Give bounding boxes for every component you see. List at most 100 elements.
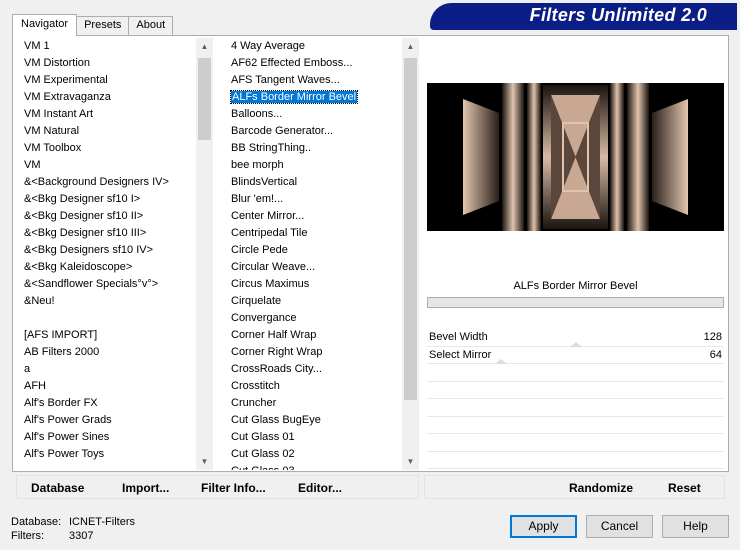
category-item[interactable]: Alf's Power Sines [14, 429, 210, 446]
category-item[interactable]: &Neu! [14, 293, 210, 310]
reset-button[interactable]: Reset [668, 481, 701, 495]
editor-button[interactable]: Editor... [298, 481, 342, 495]
filter-item[interactable]: Blur 'em!... [219, 191, 402, 208]
category-item[interactable]: VM Distortion [14, 55, 210, 72]
category-scroll-thumb[interactable] [198, 58, 211, 140]
filter-item[interactable]: 4 Way Average [219, 38, 402, 55]
filter-item[interactable]: CrossRoads City... [219, 361, 402, 378]
filter-item[interactable]: BB StringThing.. [219, 140, 402, 157]
param-action-bar: Randomize Reset [424, 475, 725, 499]
filter-scroll-thumb[interactable] [404, 58, 417, 400]
category-item[interactable]: Alf's Power Grads [14, 412, 210, 429]
filter-item-label: Barcode Generator... [231, 125, 334, 137]
filter-item-label: Cruncher [231, 397, 277, 409]
filter-item-label: 4 Way Average [231, 40, 305, 52]
filter-item[interactable]: Center Mirror... [219, 208, 402, 225]
filter-item[interactable]: Cut Glass 03 [219, 463, 402, 470]
scroll-up-icon[interactable]: ▲ [196, 38, 213, 55]
param-row-empty [427, 417, 724, 434]
category-item[interactable]: a [14, 361, 210, 378]
param-row-select-mirror[interactable]: Select Mirror 64 [427, 347, 724, 364]
scroll-up-icon[interactable]: ▲ [402, 38, 419, 55]
category-item[interactable]: &<Background Designers IV> [14, 174, 210, 191]
filter-item-label: ALFs Border Mirror Bevel [229, 90, 359, 104]
category-item[interactable]: Alf's Border FX [14, 395, 210, 412]
filter-info-bar [427, 297, 724, 308]
category-item[interactable]: &<Bkg Kaleidoscope> [14, 259, 210, 276]
tab-navigator[interactable]: Navigator [12, 14, 78, 36]
category-item[interactable]: AB Filters 2000 [14, 344, 210, 361]
category-item[interactable]: VM Extravaganza [14, 89, 210, 106]
category-item[interactable]: VM Natural [14, 123, 210, 140]
filter-item[interactable]: Cut Glass BugEye [219, 412, 402, 429]
category-item[interactable]: &<Bkg Designer sf10 II> [14, 208, 210, 225]
import-button[interactable]: Import... [122, 481, 169, 495]
filter-item[interactable]: Corner Half Wrap [219, 327, 402, 344]
filter-item-label: AF62 Effected Emboss... [231, 57, 353, 69]
category-list[interactable]: VM 1 VM Distortion VM Experimental VM Extra… [14, 38, 210, 470]
banner-title: Filters Unlimited 2.0 [529, 5, 707, 25]
category-item[interactable]: VM [14, 157, 210, 174]
filter-item[interactable]: AF62 Effected Emboss... [219, 55, 402, 72]
filter-item[interactable]: Centripedal Tile [219, 225, 402, 242]
category-item[interactable]: &<Bkg Designer sf10 III> [14, 225, 210, 242]
filter-item-label: Circus Maximus [231, 278, 310, 290]
category-item[interactable]: VM Experimental [14, 72, 210, 89]
apply-button[interactable]: Apply [510, 515, 577, 538]
scroll-down-icon[interactable]: ▼ [402, 453, 419, 470]
scroll-down-icon[interactable]: ▼ [196, 453, 213, 470]
filter-scrollbar[interactable]: ▲ ▼ [402, 38, 419, 470]
filter-item[interactable]: Circus Maximus [219, 276, 402, 293]
selected-filter-name: ALFs Border Mirror Bevel [513, 280, 638, 292]
category-item[interactable]: Alf's Power Toys [14, 446, 210, 463]
category-item[interactable]: &<Bkg Designers sf10 IV> [14, 242, 210, 259]
category-item[interactable]: AFH [14, 378, 210, 395]
filter-item-label: Cut Glass 02 [231, 448, 295, 460]
filter-item[interactable]: ALFs Border Mirror Bevel [219, 89, 402, 106]
filter-item[interactable]: Circular Weave... [219, 259, 402, 276]
filter-item-label: Center Mirror... [231, 210, 305, 222]
filter-item-label: Convergance [231, 312, 297, 324]
filter-item[interactable]: Cut Glass 01 [219, 429, 402, 446]
cancel-button[interactable]: Cancel [586, 515, 653, 538]
database-label: Database: [11, 516, 62, 528]
category-item[interactable]: VM 1 [14, 38, 210, 55]
filter-item[interactable]: Crosstitch [219, 378, 402, 395]
param-row-bevel-width[interactable]: Bevel Width 128 [427, 329, 724, 347]
category-item [14, 310, 210, 327]
filter-item[interactable]: Corner Right Wrap [219, 344, 402, 361]
filter-item[interactable]: Cruncher [219, 395, 402, 412]
parameter-list: Bevel Width 128 Select Mirror 64 [427, 329, 724, 469]
filters-count-label: Filters: [11, 530, 44, 542]
category-item[interactable]: [AFS IMPORT] [14, 327, 210, 344]
filter-item-label: Cirquelate [231, 295, 282, 307]
filter-item[interactable]: AFS Tangent Waves... [219, 72, 402, 89]
database-button[interactable]: Database [31, 481, 84, 495]
filter-item[interactable]: Balloons... [219, 106, 402, 123]
title-banner: Filters Unlimited 2.0 [430, 3, 737, 28]
filter-item[interactable]: Cut Glass 02 [219, 446, 402, 463]
filter-item-label: Crosstitch [231, 380, 280, 392]
filter-info-button[interactable]: Filter Info... [201, 481, 266, 495]
status-info: Database: ICNET-Filters Filters: 3307 [11, 515, 135, 543]
param-name: Select Mirror [429, 348, 492, 361]
filter-item[interactable]: bee morph [219, 157, 402, 174]
filter-item[interactable]: BlindsVertical [219, 174, 402, 191]
category-item[interactable]: VM Instant Art [14, 106, 210, 123]
category-scrollbar[interactable]: ▲ ▼ [196, 38, 213, 470]
filter-list[interactable]: 4 Way Average AF62 Effected Emboss... AFS … [219, 38, 402, 470]
filters-count-value: 3307 [69, 530, 94, 542]
filter-item-label: AFS Tangent Waves... [231, 74, 340, 86]
filter-item[interactable]: Convergance [219, 310, 402, 327]
filter-item[interactable]: Cirquelate [219, 293, 402, 310]
database-value: ICNET-Filters [69, 516, 135, 528]
filter-item[interactable]: Barcode Generator... [219, 123, 402, 140]
category-item[interactable]: VM Toolbox [14, 140, 210, 157]
tab-presets[interactable]: Presets [76, 16, 130, 35]
filter-item[interactable]: Circle Pede [219, 242, 402, 259]
randomize-button[interactable]: Randomize [569, 481, 633, 495]
tab-about[interactable]: About [128, 16, 174, 35]
category-item[interactable]: &<Bkg Designer sf10 I> [14, 191, 210, 208]
category-item[interactable]: &<Sandflower Specials°v°> [14, 276, 210, 293]
help-button[interactable]: Help [662, 515, 729, 538]
